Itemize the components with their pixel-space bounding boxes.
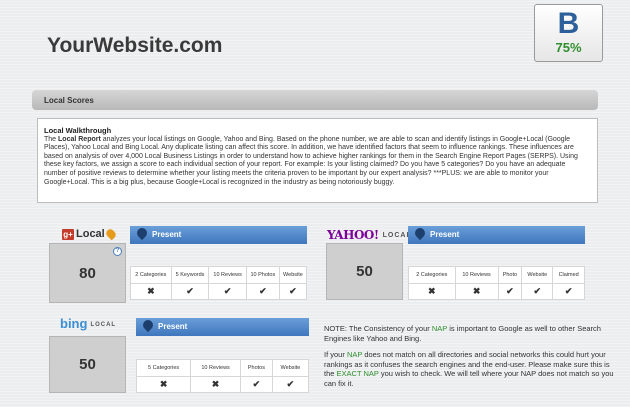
check-icon: ✔ [497,283,523,300]
grade-badge: B 75% [534,4,603,62]
factor-label: 10 Reviews [208,266,247,284]
site-title: YourWebsite.com [47,34,223,57]
factor-label: Website [271,359,310,377]
check-icon: ✔ [521,283,554,300]
factor-label: Claimed [552,266,585,284]
factor-label: 5 Categories [135,359,192,377]
walkthrough-panel: Local Walkthrough The Local Report analy… [37,118,598,203]
cross-icon: ✖ [135,376,192,393]
note-paragraph: NOTE: The Consistency of your NAP is imp… [324,324,601,343]
nap-note: NOTE: The Consistency of your NAP is imp… [324,324,617,395]
factor-label: Photos [239,359,273,377]
factor-label: 10 Photos [245,266,280,284]
cross-icon: ✖ [130,283,172,300]
nap-link[interactable]: NAP [432,324,447,333]
factor-label: 2 Categories [130,266,172,284]
yahoo-local-logo: YAHOO! LOCAL [327,228,412,242]
exact-nap-link[interactable]: EXACT NAP [337,369,379,378]
factor-label: 10 Reviews [454,266,499,284]
factor-label: Website [521,266,554,284]
cross-icon: ✖ [408,283,456,300]
map-pin-icon [134,225,150,241]
walkthrough-title: Local Walkthrough [44,126,112,135]
bing-factors-table: 5 Categories 10 Reviews Photos Website ✖… [135,359,310,393]
google-status-bar: Present [130,225,307,244]
google-local-logo: g+ Local [62,227,118,241]
grade-letter: B [557,7,580,40]
walkthrough-text: The Local Report analyzes your local lis… [44,135,578,186]
map-pin-icon [412,225,428,241]
bing-score: 50 [49,336,126,393]
check-icon: ✔ [170,283,210,300]
check-icon: ✔ [239,376,273,393]
factor-label: 10 Reviews [190,359,241,377]
yahoo-status-bar: Present [408,225,585,244]
factor-label: 5 Keywords [170,266,210,284]
map-pin-icon [140,317,156,333]
grade-percent: 75% [555,40,582,55]
check-icon: ✔ [245,283,280,300]
factor-label: Photo [497,266,523,284]
help-icon[interactable]: ? [113,247,122,256]
section-header: Local Scores [32,90,598,110]
factor-label: 2 Categories [408,266,456,284]
bing-local-logo: bing LOCAL [60,316,117,331]
check-icon: ✔ [208,283,247,300]
google-plus-icon: g+ [62,228,74,240]
yahoo-score: 50 [326,243,403,300]
google-score: 80 ? [49,243,126,303]
google-factors-table: 2 Categories 5 Keywords 10 Reviews 10 Ph… [130,266,308,300]
pin-icon [104,227,118,241]
walkthrough-bold: Local Report [58,135,101,143]
check-icon: ✔ [552,283,585,300]
check-icon: ✔ [271,376,310,393]
nap-link[interactable]: NAP [347,350,362,359]
cross-icon: ✖ [454,283,499,300]
cross-icon: ✖ [190,376,241,393]
factor-label: Website [278,266,308,284]
note-paragraph: If your NAP does not match on all direct… [324,350,614,388]
bing-status-bar: Present [136,317,309,336]
yahoo-factors-table: 2 Categories 10 Reviews Photo Website Cl… [408,266,585,300]
check-icon: ✔ [278,283,308,300]
